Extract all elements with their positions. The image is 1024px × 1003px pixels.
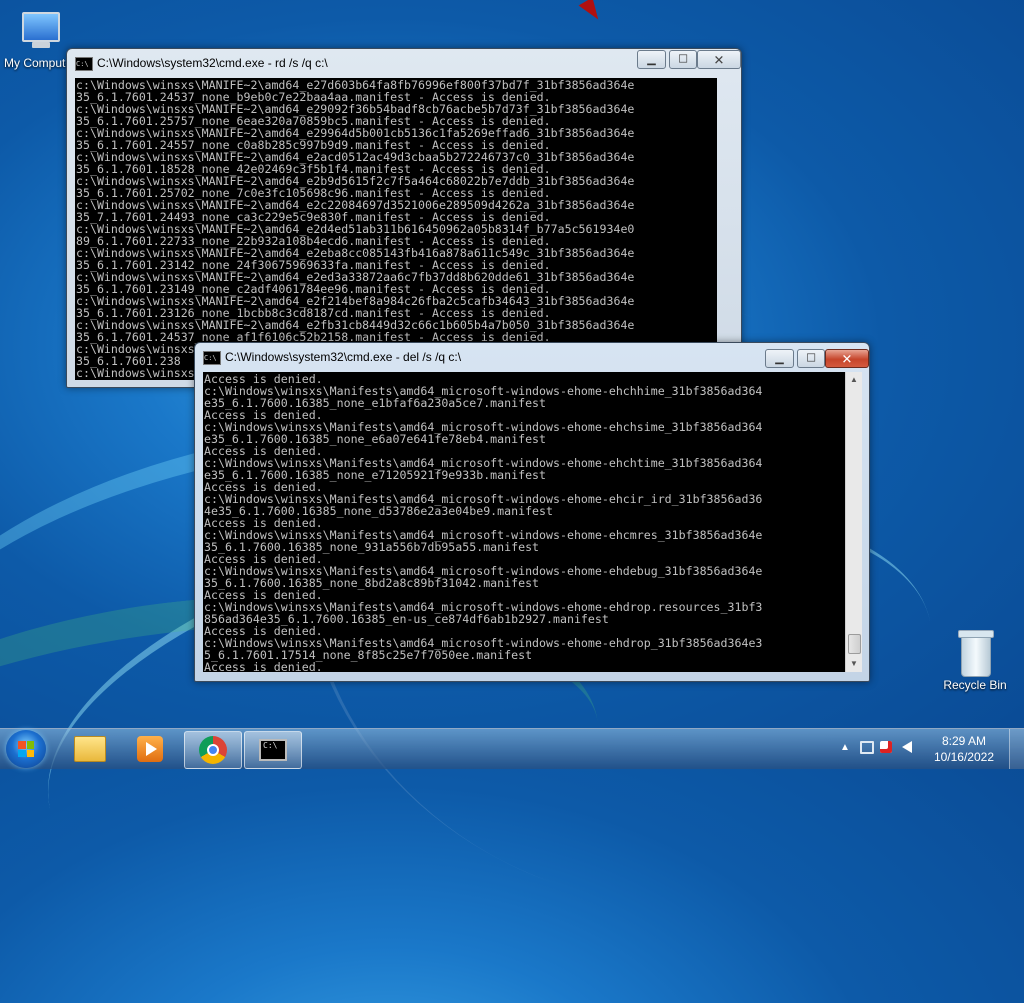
desktop-icon-recycle-bin[interactable]: Recycle Bin — [935, 630, 1015, 692]
close-icon: ✕ — [841, 351, 853, 366]
console-output-area[interactable]: Access is denied. c:\Windows\winsxs\Mani… — [203, 372, 845, 672]
recycle-bin-icon — [958, 630, 994, 677]
console-output: c:\Windows\winsxs\MANIFE~2\amd64_e27d603… — [76, 78, 635, 380]
folder-icon — [74, 736, 106, 762]
title-bar[interactable]: C:\ C:\Windows\system32\cmd.exe - rd /s … — [67, 49, 741, 77]
maximize-icon: ☐ — [806, 352, 816, 364]
computer-icon — [18, 10, 62, 54]
minimize-button[interactable]: ▁ — [765, 349, 794, 368]
minimize-button[interactable]: ▁ — [637, 50, 666, 69]
minimize-icon: ▁ — [775, 352, 784, 364]
clock-date: 10/16/2022 — [933, 750, 994, 764]
taskbar-button-media-player[interactable] — [122, 731, 178, 767]
scrollbar-thumb[interactable] — [848, 634, 861, 654]
vertical-scrollbar[interactable]: ▲ ▼ — [845, 372, 862, 672]
taskbar: C:\ ▲ 8:29 AM 10/16/2022 — [0, 728, 1024, 769]
clock-time: 8:29 AM — [941, 734, 986, 748]
desktop-icon-label: Recycle Bin — [943, 678, 1007, 692]
mouse-cursor-icon — [578, 0, 604, 25]
close-button[interactable]: ✕ — [825, 349, 869, 368]
clock[interactable]: 8:29 AM 10/16/2022 — [934, 733, 994, 765]
cmd-window-rd[interactable]: C:\ C:\Windows\system32\cmd.exe - rd /s … — [66, 48, 742, 388]
close-icon: ✕ — [713, 52, 725, 67]
media-player-icon — [137, 736, 163, 762]
system-tray: ▲ 8:29 AM 10/16/2022 — [834, 729, 1024, 769]
cmd-window-del[interactable]: C:\ C:\Windows\system32\cmd.exe - del /s… — [194, 342, 870, 682]
window-title: C:\Windows\system32\cmd.exe - rd /s /q c… — [97, 56, 328, 70]
maximize-button[interactable]: ☐ — [669, 50, 697, 69]
minimize-icon: ▁ — [647, 53, 656, 65]
network-icon[interactable] — [860, 741, 874, 754]
cmd-icon: C:\ — [75, 57, 93, 71]
maximize-button[interactable]: ☐ — [797, 349, 825, 368]
action-center-icon[interactable] — [880, 741, 892, 753]
scroll-down-arrow-icon[interactable]: ▼ — [846, 656, 862, 672]
scroll-up-arrow-icon[interactable]: ▲ — [846, 372, 862, 388]
cmd-icon: C:\ — [203, 351, 221, 365]
taskbar-button-chrome[interactable] — [184, 731, 242, 769]
taskbar-button-explorer[interactable] — [62, 731, 118, 767]
taskbar-button-cmd[interactable]: C:\ — [244, 731, 302, 769]
maximize-icon: ☐ — [678, 53, 688, 65]
show-hidden-icons-button[interactable]: ▲ — [840, 742, 850, 753]
window-title: C:\Windows\system32\cmd.exe - del /s /q … — [225, 350, 462, 364]
show-desktop-button[interactable] — [1009, 729, 1024, 769]
close-button[interactable]: ✕ — [697, 50, 741, 69]
console-output-area[interactable]: c:\Windows\winsxs\MANIFE~2\amd64_e27d603… — [75, 78, 717, 380]
title-bar[interactable]: C:\ C:\Windows\system32\cmd.exe - del /s… — [195, 343, 869, 371]
volume-icon[interactable] — [902, 741, 912, 753]
cmd-icon: C:\ — [259, 739, 287, 761]
console-output: Access is denied. c:\Windows\winsxs\Mani… — [204, 372, 763, 672]
start-button[interactable] — [6, 730, 46, 768]
windows-flag-icon — [18, 741, 34, 757]
chrome-icon — [199, 736, 227, 764]
